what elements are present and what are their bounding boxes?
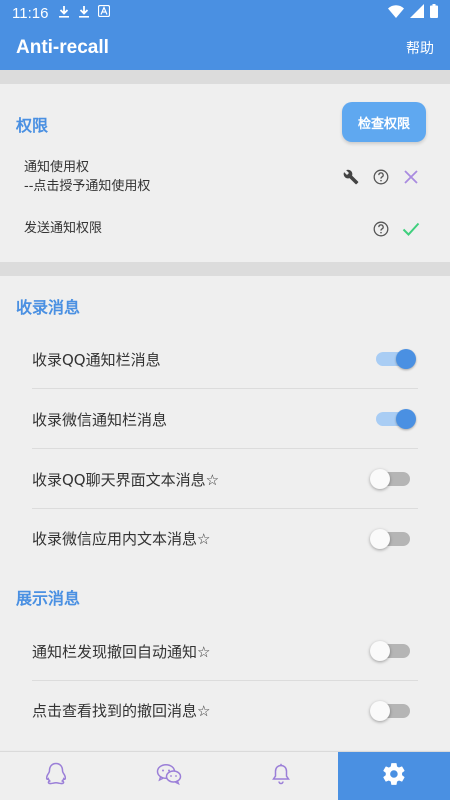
check-icon: [402, 220, 420, 238]
qq-icon: [45, 762, 67, 790]
nav-settings[interactable]: [337, 752, 450, 800]
record-section-title: 收录消息: [16, 298, 81, 317]
toggle-switch[interactable]: [376, 349, 416, 369]
divider-band: [0, 262, 450, 276]
send-notification-row[interactable]: 发送通知权限: [24, 219, 420, 238]
send-notification-label: 发送通知权限: [24, 221, 103, 236]
wrench-icon[interactable]: [342, 168, 360, 186]
setting-label: 收录QQ通知栏消息: [32, 350, 161, 369]
app-title: Anti-recall: [16, 37, 109, 58]
setting-label: 收录微信通知栏消息: [32, 410, 168, 429]
notification-access-hint: --点击授予通知使用权: [24, 179, 151, 194]
a-icon: [98, 4, 111, 21]
toggle-switch[interactable]: [370, 528, 410, 549]
setting-row-wechat-app-text[interactable]: 收录微信应用内文本消息☆: [32, 509, 418, 568]
download-icon: [78, 5, 90, 22]
gear-icon: [381, 761, 407, 791]
toggle-switch[interactable]: [370, 700, 410, 721]
help-circle-icon[interactable]: [372, 220, 390, 238]
setting-row-auto-notify[interactable]: 通知栏发现撤回自动通知☆: [32, 622, 418, 681]
display-section-title: 展示消息: [16, 589, 81, 608]
notification-access-row[interactable]: 通知使用权 --点击授予通知使用权: [24, 158, 420, 196]
nav-wechat[interactable]: [113, 752, 226, 800]
battery-icon: [430, 4, 438, 22]
wechat-icon: [156, 763, 182, 789]
toggle-switch[interactable]: [370, 469, 410, 489]
bottom-navigation: [0, 751, 450, 800]
setting-label: 点击查看找到的撤回消息☆: [32, 702, 211, 720]
wifi-icon: [388, 4, 404, 22]
status-bar: 11:16: [0, 0, 450, 26]
toggle-knob: [370, 528, 390, 549]
notification-access-label: 通知使用权: [24, 160, 90, 175]
setting-row-qq-chat-text[interactable]: 收录QQ聊天界面文本消息☆: [32, 450, 418, 509]
toggle-knob: [370, 469, 390, 489]
setting-label: 通知栏发现撤回自动通知☆: [32, 642, 211, 661]
toggle-knob: [370, 700, 390, 721]
setting-row-qq-notification[interactable]: 收录QQ通知栏消息: [32, 330, 418, 389]
permissions-title: 权限: [16, 116, 49, 135]
app-bar: Anti-recall 帮助: [0, 26, 450, 70]
check-permissions-button[interactable]: 检查权限: [342, 102, 426, 142]
messages-settings: 收录消息 收录QQ通知栏消息 收录微信通知栏消息 收录QQ聊天界面文本消息☆ 收…: [0, 276, 450, 750]
setting-row-click-view[interactable]: 点击查看找到的撤回消息☆: [32, 681, 418, 740]
permissions-card: 权限 检查权限 通知使用权 --点击授予通知使用权 发送通知权限: [0, 84, 450, 262]
toggle-knob: [370, 641, 390, 661]
setting-row-wechat-notification[interactable]: 收录微信通知栏消息: [32, 390, 418, 449]
toggle-knob: [396, 349, 416, 369]
setting-label: 收录QQ聊天界面文本消息☆: [32, 470, 220, 489]
toggle-switch[interactable]: [370, 641, 410, 661]
toggle-knob: [396, 409, 416, 429]
toggle-switch[interactable]: [376, 409, 416, 429]
close-icon[interactable]: [402, 168, 420, 186]
notification-access-text: 通知使用权 --点击授予通知使用权: [24, 158, 150, 196]
help-circle-icon[interactable]: [372, 168, 390, 186]
bell-icon: [271, 763, 291, 789]
nav-notifications[interactable]: [225, 752, 338, 800]
nav-qq[interactable]: [0, 752, 113, 800]
divider-band: [0, 70, 450, 84]
status-time: 11:16: [12, 4, 49, 22]
setting-label: 收录微信应用内文本消息☆: [32, 530, 211, 548]
signal-icon: [410, 4, 424, 22]
download-icon: [58, 5, 70, 22]
help-link[interactable]: 帮助: [406, 38, 434, 58]
